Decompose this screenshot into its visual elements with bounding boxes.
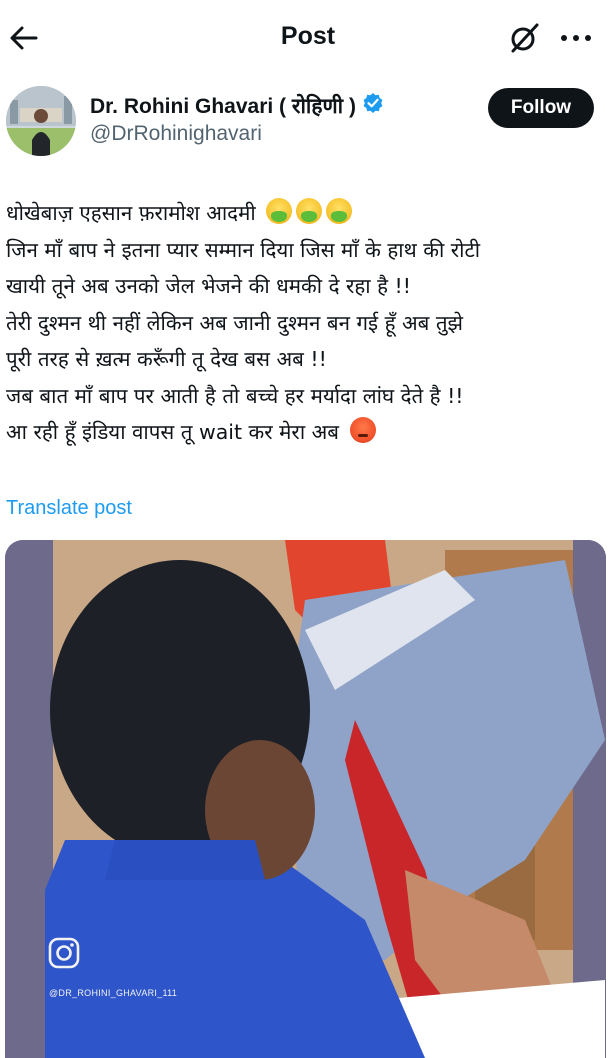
post-line: तेरी दुश्मन थी नहीं लेकिन अब जानी दुश्मन… <box>6 310 464 335</box>
post-line-text: धोखेबाज़ एहसान फ़रामोश आदमी <box>6 201 256 225</box>
post-author: Dr. Rohini Ghavari ( रोहिणी ) @DrRohinig… <box>0 82 616 162</box>
video-watermark: @DR_ROHINI_GHAVARI_111 <box>49 988 178 998</box>
post-line: धोखेबाज़ एहसान फ़रामोश आदमी <box>6 195 610 232</box>
post-line-text: आ रही हूँ इंडिया वापस तू wait कर मेरा अब <box>6 420 340 444</box>
post-line: जब बात माँ बाप पर आती है तो बच्चे हर मर्… <box>6 383 464 408</box>
top-bar: Post <box>0 0 616 76</box>
author-name-text: Dr. Rohini Ghavari ( रोहिणी ) <box>90 95 356 118</box>
follow-button[interactable]: Follow <box>488 88 594 128</box>
grok-icon[interactable] <box>506 20 542 56</box>
post-video[interactable]: @DR_ROHINI_GHAVARI_111 <box>5 540 606 1058</box>
post-line: खायी तूने अब उनको जेल भेजने की धमकी दे र… <box>6 274 411 298</box>
avatar[interactable] <box>6 86 76 156</box>
post-line: पूरी तरह से ख़त्म करूँगी तू देख बस अब !! <box>6 347 327 371</box>
verified-badge-icon <box>362 92 384 120</box>
author-handle[interactable]: @DrRohinighavari <box>90 122 262 146</box>
post-text: धोखेबाज़ एहसान फ़रामोश आदमी जिन माँ बाप … <box>6 195 610 451</box>
nauseated-face-icon <box>326 198 353 224</box>
more-horizontal-icon[interactable] <box>556 20 596 56</box>
instagram-icon <box>48 937 80 969</box>
translate-post-link[interactable]: Translate post <box>6 497 132 520</box>
author-name[interactable]: Dr. Rohini Ghavari ( रोहिणी ) <box>90 92 384 120</box>
post-line: जिन माँ बाप ने इतना प्यार सम्मान दिया जि… <box>6 237 481 262</box>
video-frame <box>5 540 606 1058</box>
nauseated-face-icon <box>266 198 293 224</box>
post-line: आ रही हूँ इंडिया वापस तू wait कर मेरा अब <box>6 414 610 451</box>
angry-face-icon <box>349 417 376 443</box>
nauseated-face-icon <box>296 198 323 224</box>
